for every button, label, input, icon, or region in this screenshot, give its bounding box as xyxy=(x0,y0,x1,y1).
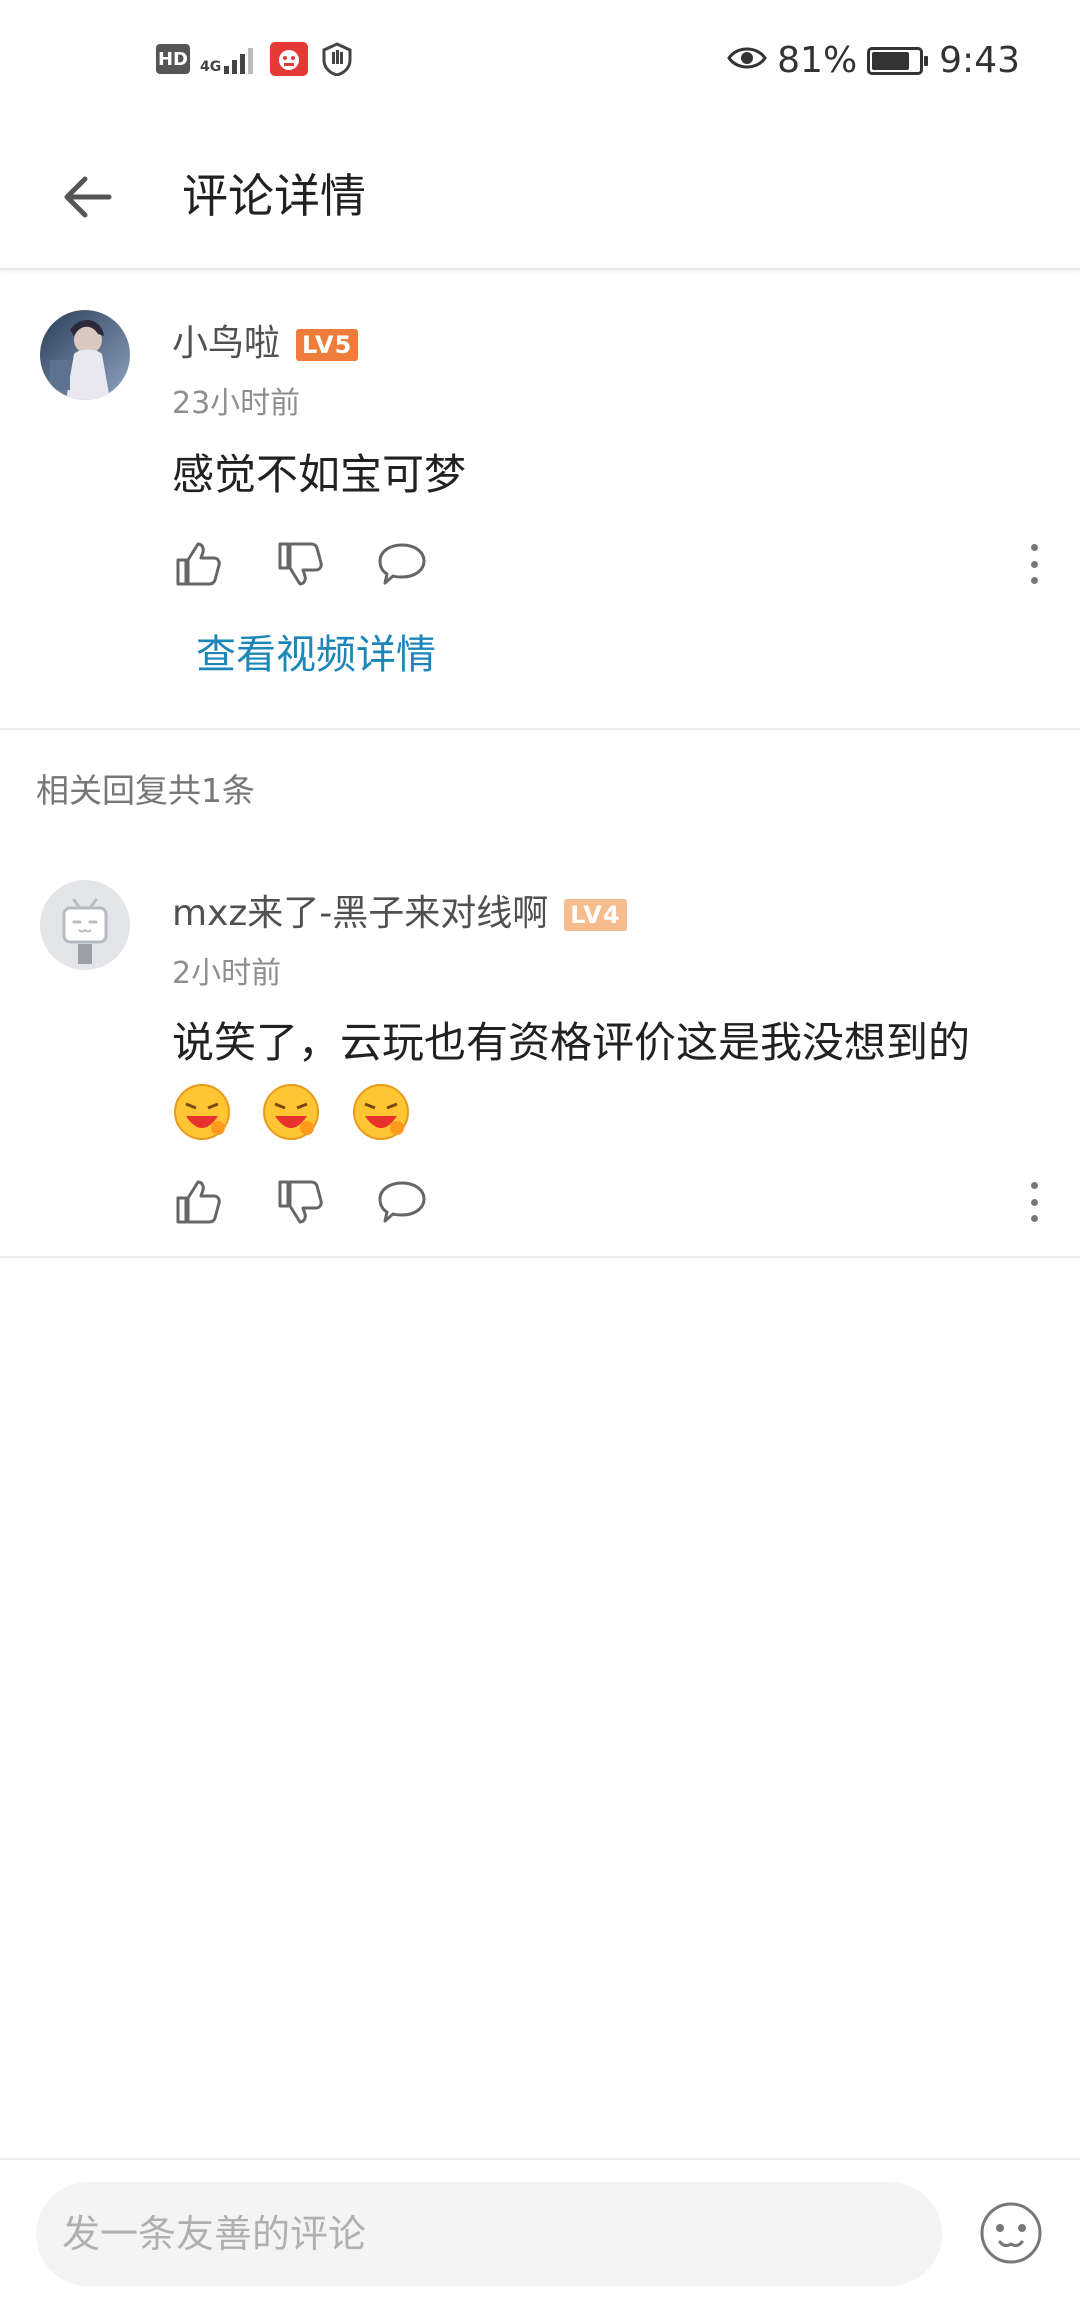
thumbs-down-icon xyxy=(278,1180,323,1224)
clock: 9:43 xyxy=(939,40,1020,81)
signal-icon: 4G xyxy=(200,44,260,74)
default-avatar-icon xyxy=(40,880,130,970)
hand-shield-icon xyxy=(318,42,356,76)
reply-time: 2小时前 xyxy=(172,956,282,991)
replies-count-label: 相关回复共1条 xyxy=(36,771,255,810)
like-button[interactable] xyxy=(172,538,224,590)
reply-content: 说笑了，云玩也有资格评价这是我没想到的 xyxy=(172,1014,1052,1142)
comment-bubble-icon xyxy=(378,543,426,585)
reply-actions xyxy=(172,1176,478,1228)
divider xyxy=(0,728,1080,730)
level-badge: LV4 xyxy=(564,899,627,931)
arrow-left-icon xyxy=(64,176,112,218)
like-button[interactable] xyxy=(172,1176,224,1228)
level-badge: LV5 xyxy=(296,329,359,361)
smiley-face-icon xyxy=(980,2202,1042,2264)
emoji-row xyxy=(172,1080,1052,1142)
avatar[interactable] xyxy=(40,880,130,970)
reply-username[interactable]: mxz来了-黑子来对线啊 LV4 xyxy=(172,884,627,936)
reply-button[interactable] xyxy=(376,538,428,590)
battery-percent: 81% xyxy=(777,40,858,81)
top-app-bar: 评论详情 xyxy=(0,124,1080,270)
view-video-link[interactable]: 查看视频详情 xyxy=(196,622,436,680)
emoji-picker-button[interactable] xyxy=(978,2200,1044,2266)
thumbs-down-icon xyxy=(278,542,323,586)
dislike-button[interactable] xyxy=(274,538,326,590)
app-notification-icon xyxy=(270,42,309,76)
eye-icon xyxy=(727,40,767,81)
comment-username[interactable]: 小鸟啦 LV5 xyxy=(172,314,359,366)
hd-icon: HD xyxy=(156,44,190,74)
back-button[interactable] xyxy=(52,162,122,232)
comment-actions xyxy=(172,538,478,590)
laughing-emoji-icon xyxy=(352,1083,409,1140)
page-title: 评论详情 xyxy=(182,169,366,223)
comment-time: 23小时前 xyxy=(172,386,301,421)
more-options-button[interactable] xyxy=(1024,538,1044,590)
laughing-emoji-icon xyxy=(174,1083,230,1140)
laughing-emoji-icon xyxy=(263,1083,320,1140)
comment-content: 感觉不如宝可梦 xyxy=(172,450,467,499)
reply-button[interactable] xyxy=(376,1176,428,1228)
comment-input-bar xyxy=(0,2158,1080,2310)
status-bar: HD 4G 81% 9:43 xyxy=(0,0,1080,124)
avatar[interactable] xyxy=(40,310,130,400)
battery-icon xyxy=(867,46,929,75)
comment-input[interactable] xyxy=(36,2182,942,2286)
dislike-button[interactable] xyxy=(274,1176,326,1228)
thumbs-up-icon xyxy=(176,542,221,586)
comment-bubble-icon xyxy=(378,1181,426,1223)
more-options-button[interactable] xyxy=(1024,1176,1044,1228)
thumbs-up-icon xyxy=(176,1180,221,1224)
divider xyxy=(0,1256,1080,1258)
